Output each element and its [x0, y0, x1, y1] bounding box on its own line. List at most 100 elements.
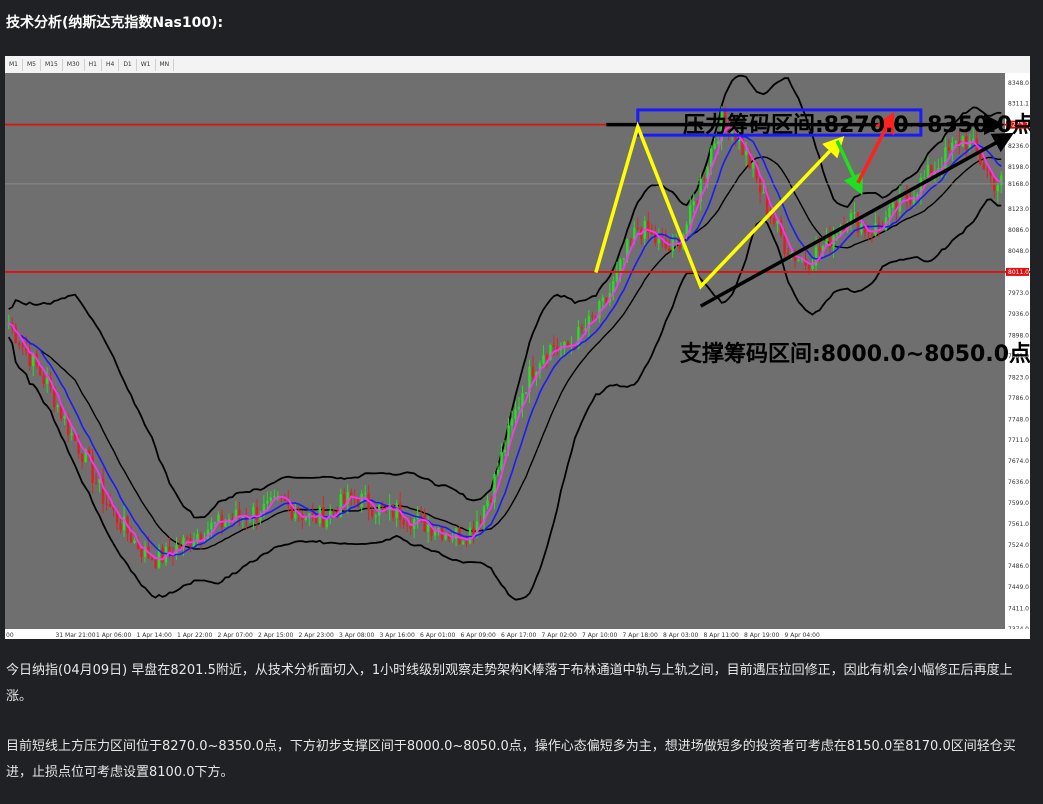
candle-body — [629, 239, 633, 241]
candle-body — [500, 452, 503, 470]
candle-body — [762, 192, 765, 194]
time-tick-label: 2 Apr 07:00 — [218, 632, 253, 639]
candle-body — [395, 503, 398, 518]
candle-body — [381, 505, 384, 508]
candle-body — [370, 509, 374, 517]
chart-frame: M1 M5 M15 M30 H1 H4 D1 W1 MN 8348.0 8311.… — [5, 56, 1030, 639]
candlestick-chart: 8348.08311.18273.78236.08198.08168.08123… — [5, 73, 1030, 639]
candle-body — [468, 527, 472, 544]
heading: 技术分析(纳斯达克指数Nas100): — [6, 15, 224, 31]
price-tick-label: 7748.0 — [1008, 416, 1029, 423]
time-tick-label: 6 Apr 09:00 — [461, 632, 496, 639]
candle-body — [220, 514, 224, 527]
candle-body — [619, 259, 622, 272]
candle-body — [986, 169, 989, 171]
candle-body — [867, 232, 870, 234]
candle-body — [891, 202, 895, 208]
candle-body — [42, 375, 45, 384]
price-tick-label: 8236.0 — [1008, 143, 1029, 150]
candle-body — [496, 469, 500, 475]
analysis-paragraph-1: 今日纳指(04月09日) 早盘在8201.5附近，从技术分析面切入，1小时线级别… — [6, 663, 1013, 704]
candle-body — [797, 259, 800, 262]
time-tick-label: 7 Apr 02:00 — [542, 632, 577, 639]
time-tick-label: 8 Apr 19:00 — [744, 632, 779, 639]
candle-body — [926, 164, 930, 178]
candle-body — [45, 378, 49, 384]
price-tick-label: 7936.0 — [1008, 311, 1029, 318]
candle-body — [772, 218, 776, 224]
tf-d1-button[interactable]: D1 — [119, 58, 137, 71]
time-tick-label: 8 Apr 11:00 — [704, 632, 739, 639]
candle-body — [835, 233, 839, 236]
candle-body — [524, 392, 528, 394]
candle-body — [108, 504, 112, 507]
time-tick-label: 1 Apr 06:00 — [96, 632, 131, 639]
tf-w1-button[interactable]: W1 — [137, 58, 156, 71]
tf-m1-button[interactable]: M1 — [5, 58, 23, 71]
candle-body — [304, 517, 308, 520]
candle-body — [552, 344, 556, 347]
candle-body — [601, 297, 605, 302]
price-tick-label: 8198.0 — [1008, 164, 1029, 171]
candle-body — [363, 493, 367, 495]
candle-body — [133, 540, 136, 543]
tf-m15-button[interactable]: M15 — [41, 58, 63, 71]
tf-m30-button[interactable]: M30 — [63, 58, 85, 71]
candle-body — [294, 513, 297, 519]
candle-body — [713, 143, 716, 149]
candle-body — [402, 520, 405, 525]
time-tick-label: 3 Apr 08:00 — [339, 632, 374, 639]
price-tick-label: 7898.0 — [1008, 332, 1029, 339]
candle-body — [615, 271, 619, 282]
price-tick-label: 7524.0 — [1008, 542, 1029, 549]
candle-body — [224, 522, 227, 527]
price-tick-label: 7449.0 — [1008, 584, 1029, 591]
candle-body — [954, 140, 958, 143]
analysis-paragraph-2: 目前短线上方压力区间位于8270.0~8350.0点，下方初步支撑区间于8000… — [6, 739, 1016, 780]
price-tick-label: 8168.0 — [1008, 181, 1029, 188]
candle-body — [503, 449, 507, 453]
time-tick-label: 1 Apr 22:00 — [177, 632, 212, 639]
candle-body — [409, 525, 412, 529]
candle-body — [150, 557, 154, 560]
time-tick-label: 9 Apr 04:00 — [785, 632, 820, 639]
price-tick-label: 7636.0 — [1008, 479, 1029, 486]
time-tick-label: 00 — [6, 632, 14, 639]
candle-body — [874, 223, 877, 236]
candle-body — [811, 265, 814, 270]
price-tick-label: 7973.0 — [1008, 290, 1029, 297]
candle-body — [213, 522, 217, 524]
price-tick-label: 7411.0 — [1008, 605, 1029, 612]
candle-body — [94, 482, 98, 484]
candle-body — [129, 533, 133, 543]
candle-body — [426, 524, 430, 532]
candle-body — [870, 233, 874, 236]
candle-body — [923, 177, 926, 179]
price-tick-label: 8123.0 — [1008, 206, 1029, 213]
price-tick-label: 8011.0 — [1008, 269, 1029, 276]
candle-body — [266, 500, 269, 504]
price-tick-label: 7823.0 — [1008, 374, 1029, 381]
candle-body — [21, 345, 24, 347]
tf-h1-button[interactable]: H1 — [85, 58, 102, 71]
candle-body — [119, 523, 122, 531]
candle-body — [465, 541, 468, 544]
price-tick-label: 8311.1 — [1008, 101, 1029, 108]
price-tick-label: 8086.0 — [1008, 227, 1029, 234]
candle-body — [433, 531, 437, 536]
time-tick-label: 7 Apr 10:00 — [582, 632, 617, 639]
tf-h4-button[interactable]: H4 — [102, 58, 120, 71]
candle-body — [744, 151, 748, 156]
candle-body — [783, 235, 786, 254]
tf-m5-button[interactable]: M5 — [23, 58, 41, 71]
tf-mn-button[interactable]: MN — [156, 58, 175, 71]
candle-body — [688, 205, 692, 225]
price-tick-label: 7561.0 — [1008, 521, 1029, 528]
candle-body — [888, 207, 891, 218]
candle-body — [269, 497, 273, 501]
timeframe-toolbar: M1 M5 M15 M30 H1 H4 D1 W1 MN — [5, 56, 1030, 74]
candle-body — [479, 521, 482, 523]
candle-body — [273, 496, 276, 498]
candle-body — [140, 549, 143, 557]
candle-body — [444, 534, 447, 540]
